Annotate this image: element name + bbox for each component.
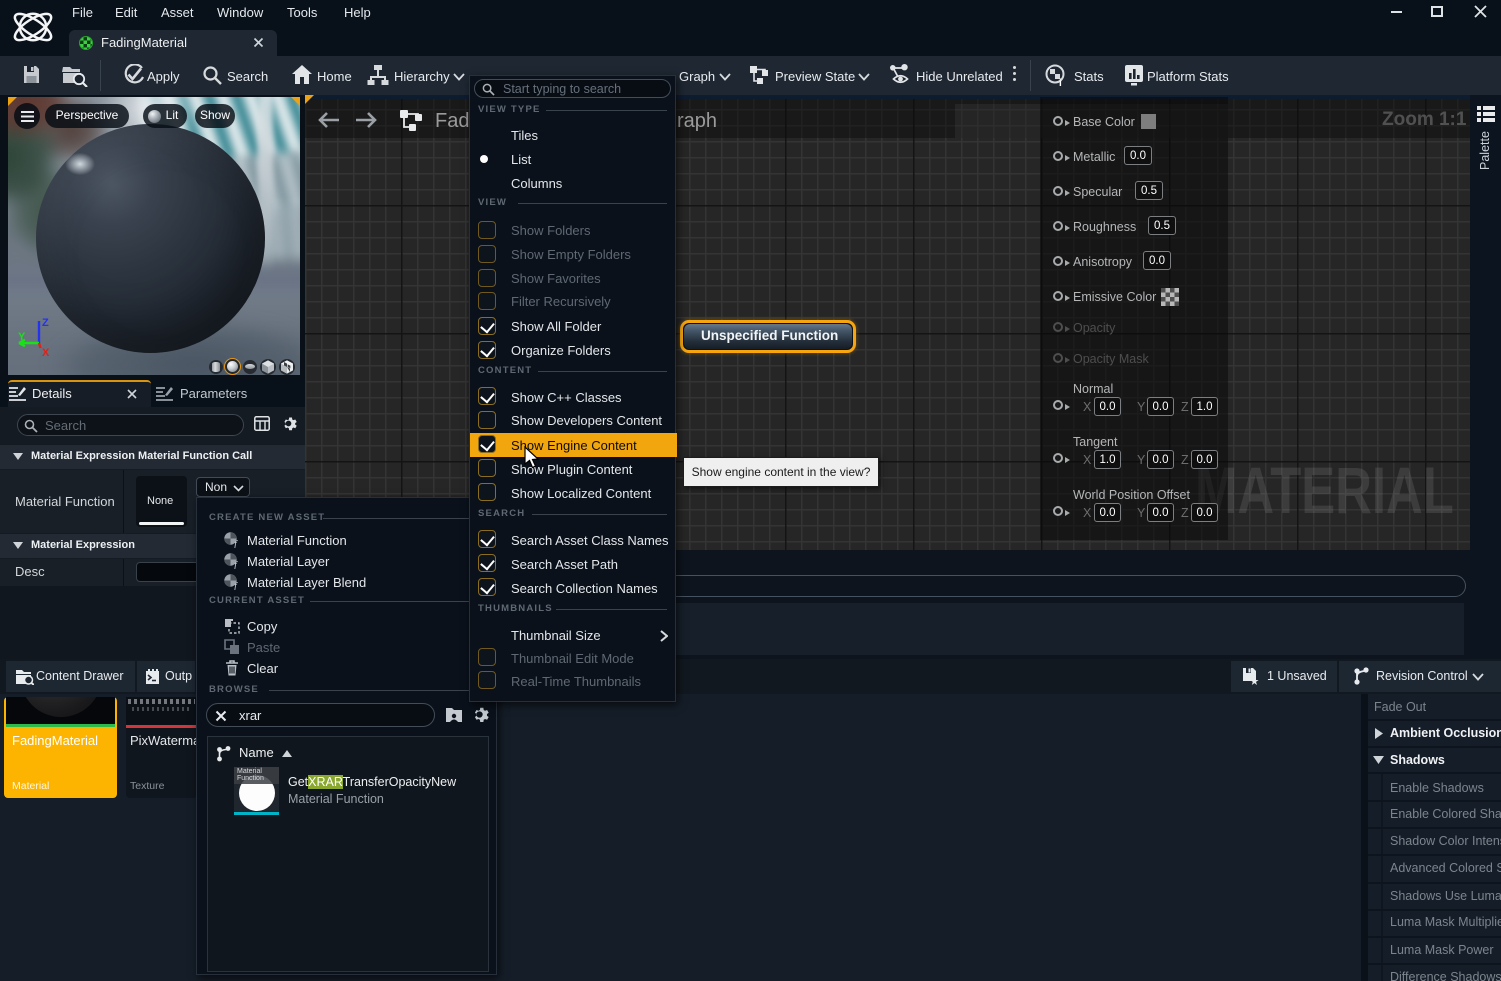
svg-text:Z: Z <box>42 317 49 329</box>
svg-text:f: f <box>234 561 238 570</box>
svg-text:i: i <box>1059 78 1062 87</box>
svg-text:f: f <box>234 582 238 591</box>
svg-text:Y: Y <box>18 331 26 343</box>
svg-text:f: f <box>234 540 238 549</box>
svg-text:X: X <box>42 347 50 359</box>
